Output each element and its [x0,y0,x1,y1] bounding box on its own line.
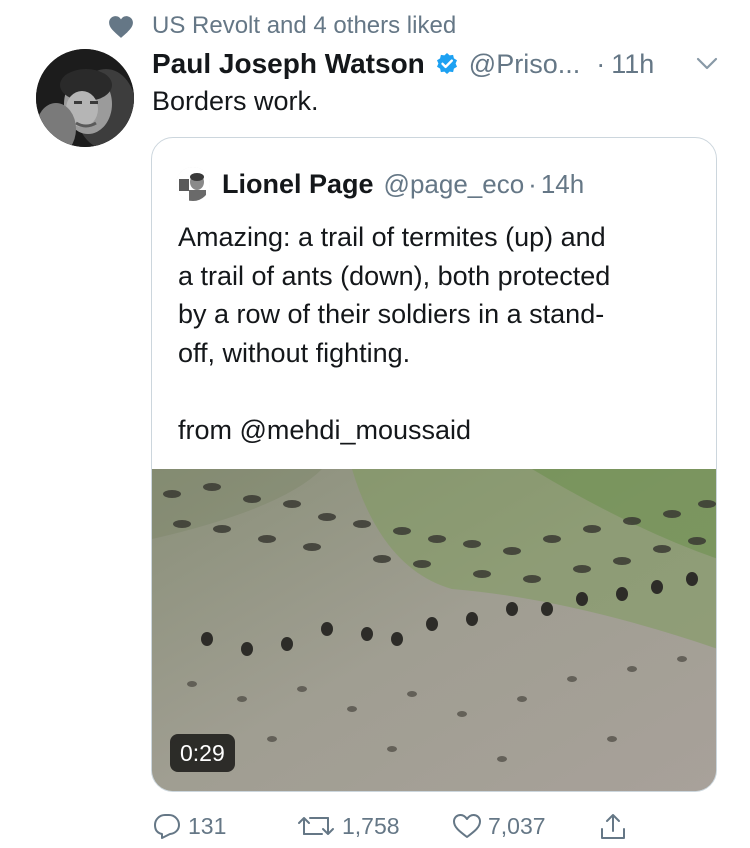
reply-button[interactable]: 131 [152,812,226,840]
quoted-avatar-image [176,167,210,201]
separator-dot: · [596,48,606,79]
like-count: 7,037 [488,812,546,839]
author-handle[interactable]: @Priso... [469,49,580,80]
quoted-author-avatar[interactable] [176,167,210,201]
author-avatar[interactable] [36,49,134,147]
quoted-tweet[interactable]: Lionel Page @page_eco · 14h Amazing: a t… [151,137,717,792]
quoted-author-handle[interactable]: @page_eco [384,169,525,200]
author-name[interactable]: Paul Joseph Watson [152,48,425,80]
reply-count: 131 [188,812,227,839]
share-button[interactable] [598,812,628,842]
like-button[interactable]: 7,037 [452,812,546,840]
quoted-tweet-text: Amazing: a trail of termites (up) and a … [178,218,698,449]
quoted-text-line [178,372,698,411]
tweet-header: Paul Joseph Watson @Priso... · 11h [152,44,742,84]
social-context-text: US Revolt and 4 others liked [152,12,457,39]
video-thumbnail [152,469,716,791]
share-icon [601,814,625,839]
retweet-button[interactable]: 1,758 [296,812,400,840]
tweet-time[interactable]: 11h [611,49,654,80]
like-icon [453,814,481,838]
quoted-author-name[interactable]: Lionel Page [222,169,374,200]
quoted-tweet-time[interactable]: 14h [541,169,584,200]
video-duration-badge: 0:29 [170,734,235,772]
quoted-separator-dot: · [528,168,537,199]
verified-badge-icon [436,53,457,74]
heart-icon [109,16,133,38]
quoted-text-line: Amazing: a trail of termites (up) and [178,222,606,252]
quoted-text-line: from @mehdi_moussaid [178,414,472,445]
reply-icon [154,814,180,839]
retweet-icon [298,817,334,835]
chevron-down-icon[interactable] [696,57,718,71]
tweet-text: Borders work. [152,86,319,116]
avatar-image [36,49,134,147]
quoted-text-line: by a row of their soldiers in a stand- [178,299,605,329]
quoted-tweet-header: Lionel Page @page_eco · 14h [176,164,584,204]
video-player[interactable]: 0:29 [152,469,716,791]
tweet-actions: 131 1,758 7,037 [0,812,750,848]
quoted-text-line: a trail of ants (down), both protected [178,260,611,291]
retweet-count: 1,758 [342,812,400,839]
quoted-text-line: off, without fighting. [178,337,411,368]
